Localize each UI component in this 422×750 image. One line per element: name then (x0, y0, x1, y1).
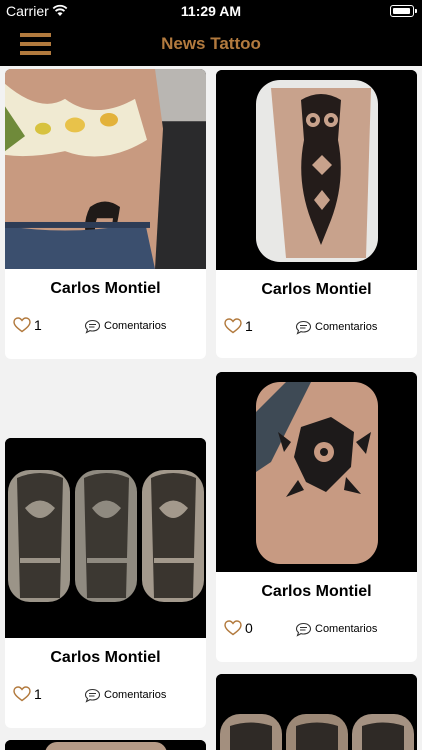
comment-bubble-icon (295, 320, 312, 335)
like-count: 1 (34, 317, 42, 333)
post-card[interactable]: Carlos Montiel 0 Comentarios (216, 372, 417, 662)
post-card[interactable]: Carlos Montiel 1 Comentarios (216, 70, 417, 358)
comments-label: Comentarios (104, 689, 167, 701)
post-card[interactable]: Carlos Montiel 1 Comentarios (5, 438, 206, 728)
heart-icon[interactable] (224, 620, 242, 636)
status-bar: Carrier 11:29 AM (0, 0, 422, 22)
comment-bubble-icon (84, 688, 101, 703)
heart-icon[interactable] (13, 686, 31, 702)
post-card[interactable]: Carlos Montiel 1 Comentarios (5, 69, 206, 359)
comments-label: Comentarios (315, 321, 378, 333)
post-card[interactable] (5, 740, 206, 750)
post-author: Carlos Montiel (50, 280, 161, 297)
navigation-bar: News Tattoo (0, 22, 422, 66)
post-card[interactable] (216, 674, 417, 750)
post-photo[interactable] (216, 674, 417, 750)
post-photo[interactable] (5, 438, 206, 638)
page-title: News Tattoo (161, 34, 261, 53)
comments-button[interactable]: Comentarios (84, 686, 166, 704)
like-count: 1 (245, 318, 253, 334)
clock: 11:29 AM (180, 3, 242, 19)
comments-button[interactable]: Comentarios (295, 620, 377, 638)
comment-bubble-icon (295, 622, 312, 637)
comments-label: Comentarios (104, 320, 167, 332)
comments-button[interactable]: Comentarios (295, 318, 377, 336)
post-feed[interactable]: Carlos Montiel 1 Comentarios Carlos Mont… (0, 66, 422, 750)
post-photo[interactable] (5, 740, 206, 750)
comment-bubble-icon (84, 319, 101, 334)
post-photo[interactable] (5, 69, 206, 269)
post-author: Carlos Montiel (50, 649, 161, 666)
post-author: Carlos Montiel (261, 281, 372, 298)
post-photo[interactable] (216, 372, 417, 572)
heart-icon[interactable] (224, 318, 242, 334)
post-photo[interactable] (216, 70, 417, 270)
battery-icon (390, 5, 417, 17)
like-count: 1 (34, 686, 42, 702)
like-count: 0 (245, 620, 253, 636)
heart-icon[interactable] (13, 317, 31, 333)
comments-label: Comentarios (315, 623, 378, 635)
comments-button[interactable]: Comentarios (84, 317, 166, 335)
post-author: Carlos Montiel (261, 583, 372, 600)
